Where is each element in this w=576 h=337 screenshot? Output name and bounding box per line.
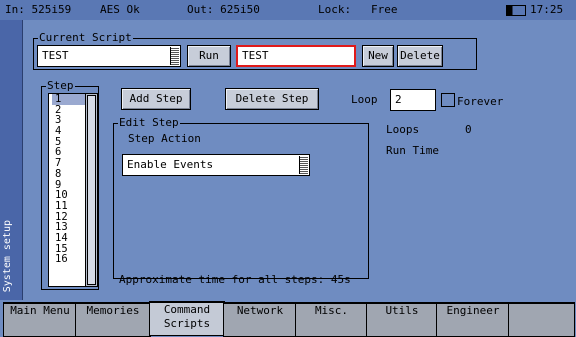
battery-icon: [506, 5, 526, 16]
dropdown-icon: [170, 47, 179, 65]
tab-main-menu[interactable]: Main Menu: [3, 302, 77, 337]
scrollbar-thumb[interactable]: [87, 95, 96, 285]
tab-label: Engineer: [446, 304, 500, 317]
forever-label: Forever: [457, 95, 504, 108]
main-panel: Current Script TEST Run TEST New Delete …: [22, 20, 576, 300]
tab-engineer[interactable]: Engineer: [436, 302, 510, 337]
current-script-label: Current Script: [38, 31, 133, 45]
tab-label: Command Scripts: [163, 303, 211, 330]
tab-misc[interactable]: Misc.: [295, 302, 368, 337]
tab-label: Memories: [86, 304, 140, 317]
lock-status: Lock: Free: [318, 3, 398, 16]
delete-step-button[interactable]: Delete Step: [225, 88, 319, 110]
run-time-label: Run Time: [386, 144, 439, 157]
tab-label: Misc.: [314, 304, 349, 317]
dropdown-icon: [299, 156, 308, 174]
edit-step-group: Edit Step Step Action Enable Events: [113, 116, 369, 279]
step-action-label: Step Action: [128, 132, 201, 145]
delete-button[interactable]: Delete: [397, 45, 443, 67]
system-setup-label: System setup: [2, 219, 13, 292]
input-status: In: 525i59: [5, 3, 72, 16]
step-scrollbar[interactable]: [85, 94, 97, 286]
forever-checkbox[interactable]: [441, 93, 455, 107]
approx-time-text: Approximate time for all steps: 45s: [119, 273, 351, 286]
edit-step-label: Edit Step: [118, 116, 180, 130]
tab-bar: Main Menu Memories Command Scripts Netwo…: [0, 300, 576, 337]
tab-utils[interactable]: Utils: [366, 302, 438, 337]
loop-input[interactable]: 2: [390, 89, 436, 111]
tab-memories[interactable]: Memories: [75, 302, 151, 337]
tab-label: Main Menu: [10, 304, 70, 317]
tab-command-scripts[interactable]: Command Scripts: [149, 301, 225, 336]
loops-value: 0: [465, 123, 472, 136]
run-button[interactable]: Run: [187, 45, 231, 67]
tab-network[interactable]: Network: [223, 302, 297, 337]
clock: 17:25: [530, 3, 564, 16]
step-group: Step 1 2 3 4 5 6 7 8 9 10 11 12 13 14 15 16: [41, 79, 99, 290]
new-button[interactable]: New: [362, 45, 394, 67]
step-list[interactable]: 1 2 3 4 5 6 7 8 9 10 11 12 13 14 15 16: [48, 93, 98, 287]
tab-label: Network: [236, 304, 284, 317]
step-action-value: Enable Events: [127, 158, 214, 171]
loop-label: Loop: [351, 93, 378, 106]
side-panel: System setup: [0, 20, 22, 300]
tab-label: Utils: [385, 304, 419, 317]
add-step-button[interactable]: Add Step: [121, 88, 191, 110]
aes-status: AES Ok: [100, 3, 140, 16]
loops-label: Loops: [386, 123, 420, 136]
status-bar: In: 525i59 AES Ok Out: 625i50 Lock: Free…: [0, 0, 576, 20]
script-select[interactable]: TEST: [37, 45, 181, 67]
output-status: Out: 625i50: [187, 3, 260, 16]
script-select-value: TEST: [42, 49, 69, 62]
script-name-input[interactable]: TEST: [236, 45, 356, 67]
tab-empty: [508, 302, 575, 337]
current-script-group: Current Script TEST Run TEST New Delete: [33, 31, 477, 70]
step-action-select[interactable]: Enable Events: [122, 154, 310, 176]
step-group-label: Step: [46, 79, 75, 93]
